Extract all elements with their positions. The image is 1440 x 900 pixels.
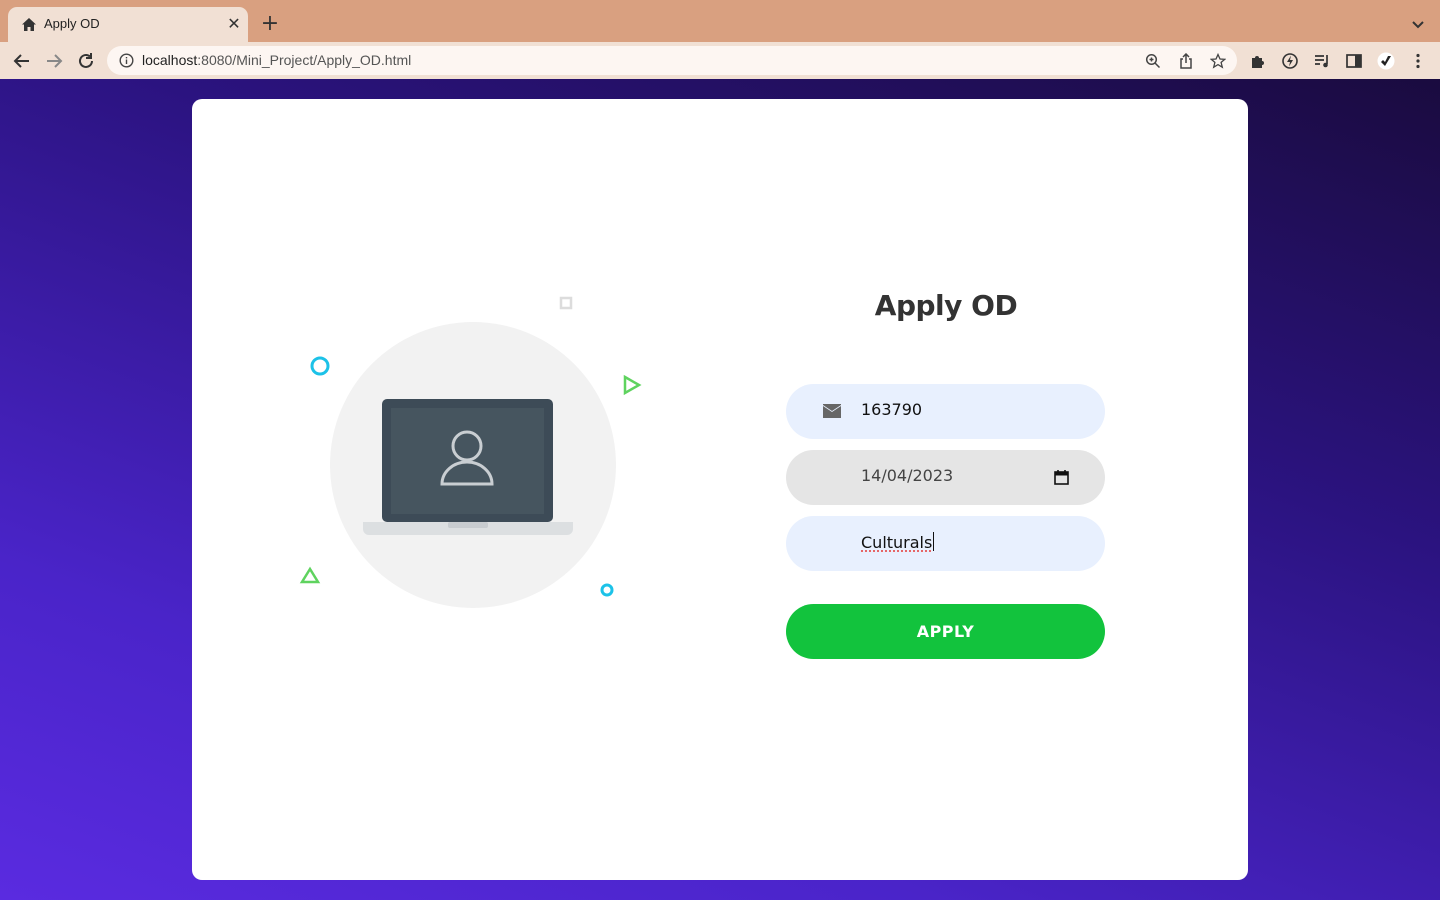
- extensions-icon[interactable]: [1249, 52, 1267, 70]
- new-tab-button[interactable]: +: [259, 13, 281, 35]
- zoom-icon[interactable]: [1145, 53, 1161, 69]
- url-host: localhost: [142, 52, 198, 68]
- laptop-user-illustration: [299, 296, 642, 608]
- date-value: 14/04/2023: [861, 466, 954, 485]
- address-bar[interactable]: localhost:8080/Mini_Project/Apply_OD.htm…: [107, 46, 1237, 75]
- browser-toolbar: localhost:8080/Mini_Project/Apply_OD.htm…: [0, 42, 1440, 79]
- chevron-down-icon[interactable]: [1408, 14, 1428, 34]
- url-text: localhost:8080/Mini_Project/Apply_OD.htm…: [142, 52, 411, 68]
- home-icon: [22, 18, 36, 31]
- share-icon[interactable]: [1178, 53, 1194, 69]
- envelope-icon: [823, 404, 841, 418]
- forward-arrow-icon[interactable]: [43, 50, 65, 72]
- id-field[interactable]: 163790: [786, 384, 1105, 439]
- date-field[interactable]: 14/04/2023: [786, 450, 1105, 505]
- media-control-icon[interactable]: [1313, 52, 1331, 70]
- reason-field[interactable]: Culturals: [786, 516, 1105, 571]
- sync-extension-icon[interactable]: [1281, 52, 1299, 70]
- calendar-icon[interactable]: [1054, 469, 1069, 485]
- browser-tab[interactable]: Apply OD ✕: [8, 7, 248, 42]
- browser-tab-bar: Apply OD ✕ +: [0, 0, 1440, 42]
- info-icon[interactable]: [119, 53, 134, 68]
- apply-button[interactable]: APPLY: [786, 604, 1105, 659]
- profile-avatar-icon[interactable]: [1377, 52, 1395, 70]
- page-background: Apply OD 163790 14/04/2023 Culturals APP…: [0, 79, 1440, 900]
- reload-icon[interactable]: [75, 50, 97, 72]
- reason-value: Culturals: [861, 532, 935, 552]
- back-arrow-icon[interactable]: [11, 50, 33, 72]
- more-menu-icon[interactable]: [1409, 52, 1427, 70]
- side-panel-icon[interactable]: [1345, 52, 1363, 70]
- url-path: :8080/Mini_Project/Apply_OD.html: [197, 52, 412, 68]
- reason-text: Culturals: [861, 533, 933, 552]
- id-value: 163790: [861, 400, 923, 419]
- tab-title: Apply OD: [44, 16, 100, 31]
- apply-od-card: Apply OD 163790 14/04/2023 Culturals APP…: [192, 99, 1248, 880]
- text-cursor: [933, 532, 935, 551]
- bookmark-star-icon[interactable]: [1210, 53, 1226, 69]
- page-title: Apply OD: [874, 289, 1018, 322]
- close-tab-icon[interactable]: ✕: [225, 15, 243, 33]
